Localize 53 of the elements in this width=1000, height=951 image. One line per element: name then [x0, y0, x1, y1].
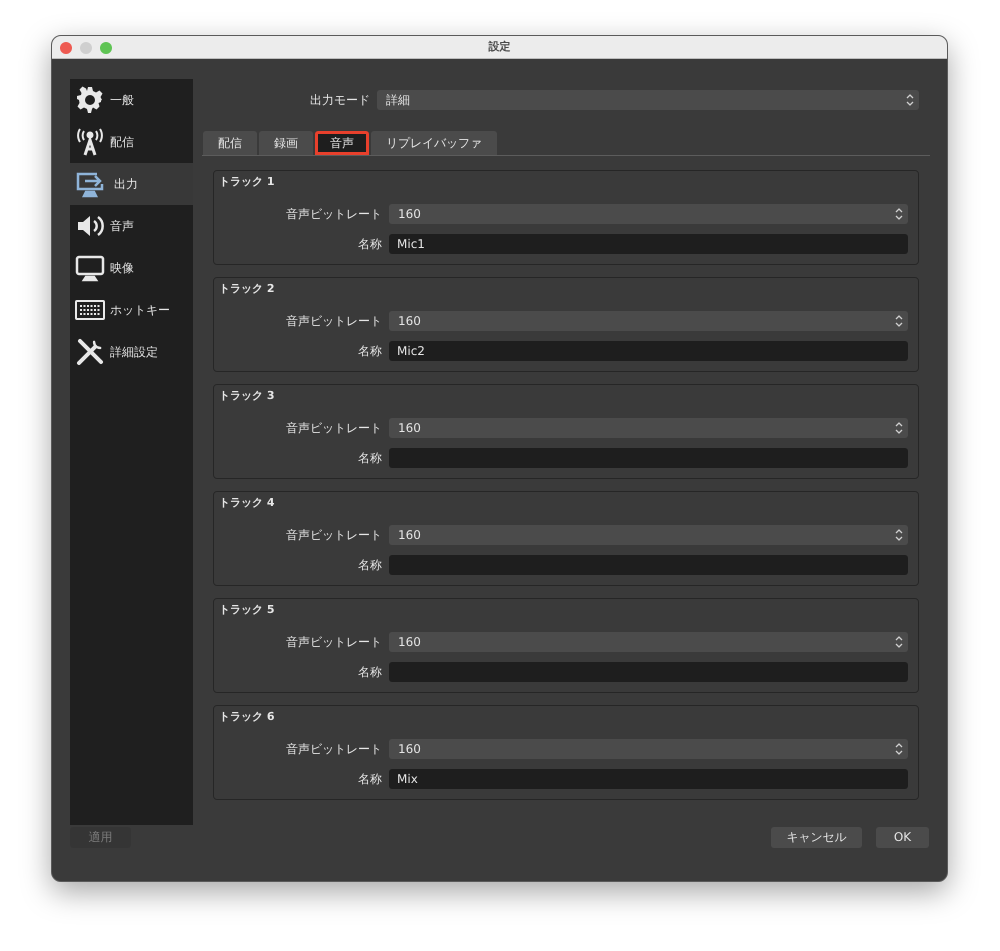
field-label: 名称: [357, 343, 382, 360]
field-label: 出力モード: [309, 92, 370, 109]
sidebar-item[interactable]: 詳細設定: [70, 331, 193, 373]
field-label: 音声ビットレート: [285, 313, 382, 330]
window-title: 設定: [488, 38, 510, 55]
group-title: トラック 2: [218, 281, 276, 297]
field-label: 名称: [357, 557, 382, 574]
sidebar-item[interactable]: 映像: [70, 247, 193, 289]
output-mode-select[interactable]: 詳細: [377, 90, 919, 110]
tab[interactable]: 録画: [259, 131, 313, 155]
name-field[interactable]: [389, 662, 908, 682]
field-label: 音声ビットレート: [285, 527, 382, 544]
name-field[interactable]: [389, 448, 908, 468]
tab[interactable]: リプレイバッファ: [371, 131, 497, 155]
antenna-icon: [75, 127, 105, 157]
name-field[interactable]: Mix: [389, 769, 908, 789]
field-label: 音声ビットレート: [285, 206, 382, 223]
ok-button[interactable]: OK: [876, 826, 929, 848]
sidebar-item[interactable]: 一般: [70, 79, 193, 121]
name-field[interactable]: [389, 555, 908, 575]
group-title: トラック 6: [218, 709, 276, 725]
tab[interactable]: 配信: [203, 131, 257, 155]
field-label: 音声ビットレート: [285, 420, 382, 437]
field-label: 名称: [357, 664, 382, 681]
field-label: 音声ビットレート: [285, 741, 382, 758]
field-label: 名称: [357, 450, 382, 467]
sidebar-item[interactable]: 出力: [70, 163, 193, 205]
sidebar-item[interactable]: 音声: [70, 205, 193, 247]
name-field[interactable]: Mic1: [389, 234, 908, 254]
group-title: トラック 4: [218, 495, 276, 511]
cancel-button[interactable]: キャンセル: [771, 826, 862, 848]
group-title: トラック 3: [218, 388, 276, 404]
bitrate-select[interactable]: 160: [389, 739, 908, 759]
field-label: 名称: [357, 236, 382, 253]
minimize-button[interactable]: [80, 42, 92, 54]
bitrate-select[interactable]: 160: [389, 418, 908, 438]
monitor-icon: [75, 253, 105, 283]
bitrate-select[interactable]: 160: [389, 311, 908, 331]
sidebar-item[interactable]: ホットキー: [70, 289, 193, 331]
group-title: トラック 1: [218, 174, 276, 190]
name-field[interactable]: Mic2: [389, 341, 908, 361]
field-label: 音声ビットレート: [285, 634, 382, 651]
zoom-button[interactable]: [100, 42, 112, 54]
tools-icon: [75, 337, 105, 367]
field-label: 名称: [357, 771, 382, 788]
bitrate-select[interactable]: 160: [389, 525, 908, 545]
tab[interactable]: 音声: [315, 131, 369, 155]
close-button[interactable]: [60, 42, 72, 54]
gear-icon: [75, 85, 105, 115]
bitrate-select[interactable]: 160: [389, 204, 908, 224]
bitrate-select[interactable]: 160: [389, 632, 908, 652]
group-title: トラック 5: [218, 602, 276, 618]
sidebar-item[interactable]: 配信: [70, 121, 193, 163]
